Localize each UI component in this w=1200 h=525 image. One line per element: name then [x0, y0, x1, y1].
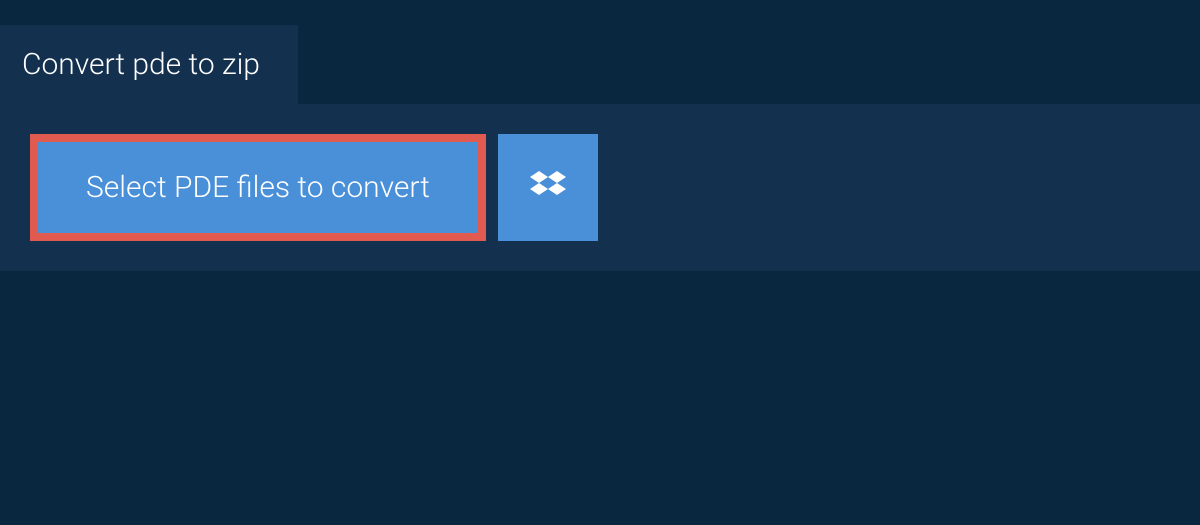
dropbox-button[interactable] [498, 134, 598, 241]
tab-label: Convert pde to zip [22, 47, 260, 82]
content-area: Select PDE files to convert [0, 104, 1200, 271]
tab-convert[interactable]: Convert pde to zip [0, 25, 298, 104]
dropbox-icon [530, 168, 566, 208]
button-row: Select PDE files to convert [30, 134, 1170, 241]
tab-container: Convert pde to zip [0, 25, 1200, 104]
select-files-label: Select PDE files to convert [86, 170, 430, 205]
select-files-button[interactable]: Select PDE files to convert [30, 134, 486, 241]
